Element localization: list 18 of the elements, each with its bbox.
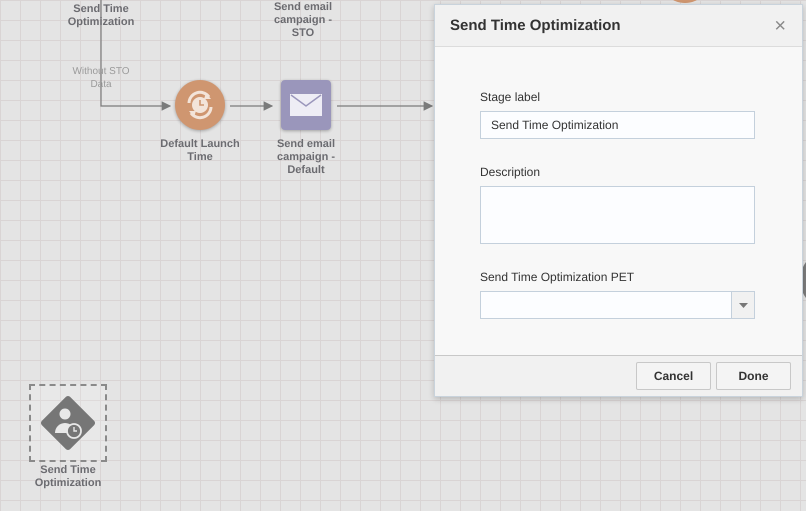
- input-field[interactable]: Send Time Optimization: [480, 111, 755, 139]
- node-label: Send email campaign - STO: [272, 1, 334, 40]
- timer-node[interactable]: [175, 80, 225, 130]
- cancel-button[interactable]: Cancel: [636, 362, 711, 390]
- field-label: Send Time Optimization PET: [480, 270, 636, 284]
- connector-arrow: [230, 101, 274, 111]
- email-node[interactable]: [281, 80, 331, 130]
- node-label: Send email campaign - Default: [276, 138, 336, 177]
- field-label: Stage label: [480, 90, 542, 104]
- dialog-title: Send Time Optimization: [450, 17, 621, 34]
- caret-icon: [738, 302, 748, 308]
- textarea-field[interactable]: [480, 186, 755, 244]
- node-label: Send Time Optimization: [34, 464, 102, 490]
- field-label: Description: [480, 165, 542, 179]
- done-button[interactable]: Done: [716, 362, 791, 390]
- select-field[interactable]: [480, 291, 755, 319]
- node-label: Default Launch Time: [160, 138, 240, 164]
- envelope-icon: [290, 94, 322, 116]
